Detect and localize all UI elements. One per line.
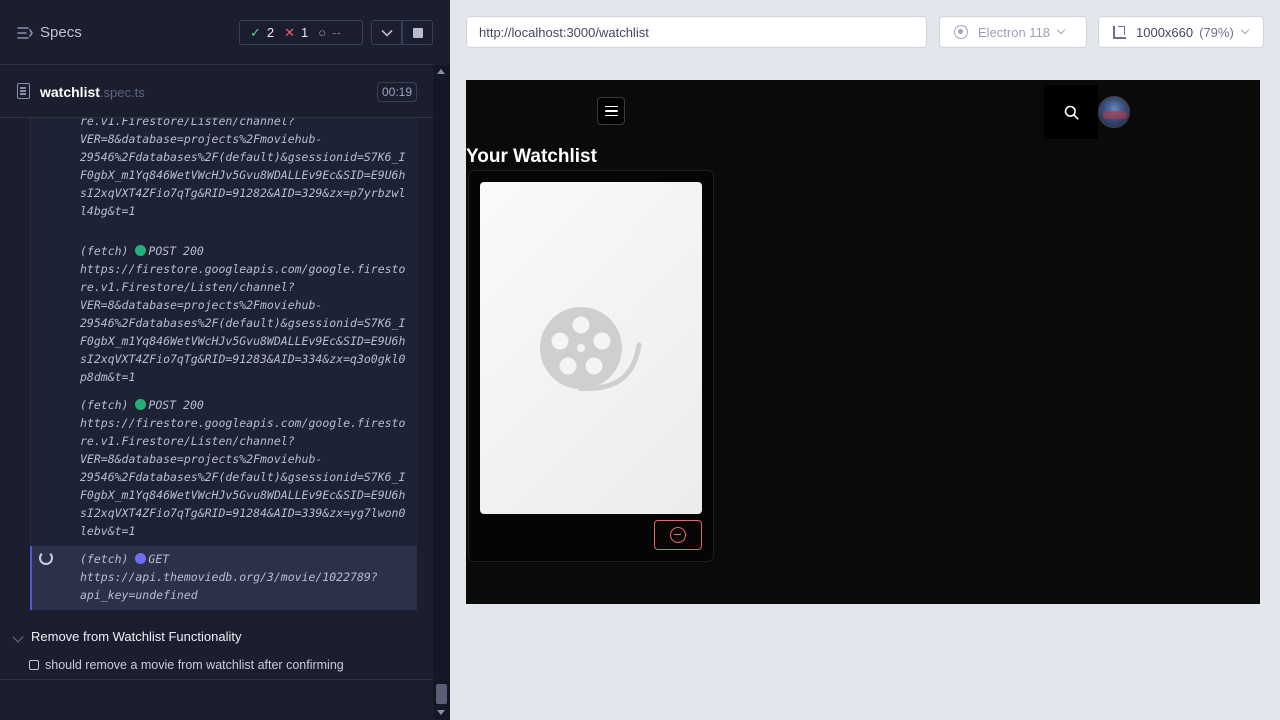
menu-icon-line (604, 114, 618, 117)
test-row[interactable]: should remove a movie from watchlist aft… (0, 655, 433, 677)
watchlist-movie-card[interactable] (468, 170, 714, 562)
viewport-size-selector[interactable]: 1000x660 (79%) (1098, 16, 1264, 48)
page-title: Your Watchlist (466, 146, 597, 167)
remove-from-watchlist-button[interactable] (654, 520, 702, 550)
specs-list-icon[interactable] (17, 26, 33, 40)
test-status-icon (29, 660, 39, 670)
browser-selector[interactable]: Electron 118 (939, 16, 1087, 48)
check-icon: ✓ (250, 24, 261, 40)
stop-icon (412, 27, 423, 38)
search-icon (1064, 105, 1079, 120)
log-entry[interactable]: re.v1.Firestore/Listen/channel? VER=8&da… (80, 118, 420, 220)
test-title: should remove a movie from watchlist aft… (45, 658, 344, 672)
log-entry[interactable]: (fetch) POST 200 https://firestore.googl… (80, 242, 420, 386)
failed-count: ✕ 1 (284, 24, 309, 41)
stop-run-button[interactable] (402, 20, 433, 45)
app-under-test: Your Watchlist (466, 80, 1260, 604)
document-icon (17, 83, 30, 99)
film-reel-icon (540, 307, 642, 391)
specs-header: Specs ✓ 2 ✕ 1 ○ -- (0, 0, 433, 65)
status-dot-icon (135, 399, 147, 410)
specs-title[interactable]: Specs (40, 24, 82, 41)
movie-poster-placeholder[interactable] (480, 182, 702, 514)
scroll-up-icon[interactable] (437, 69, 445, 74)
browser-name: Electron 118 (978, 24, 1051, 40)
log-entry[interactable]: (fetch) POST 200 https://firestore.googl… (80, 396, 420, 540)
viewport-size: 1000x660 (1136, 24, 1194, 40)
search-button[interactable] (1044, 85, 1098, 139)
suite-title: Remove from Watchlist Functionality (31, 629, 242, 644)
command-log: re.v1.Firestore/Listen/channel? VER=8&da… (0, 118, 433, 618)
pending-count: ○ -- (318, 25, 341, 40)
chevron-down-icon (1240, 25, 1250, 35)
zoom-level: (79%) (1199, 24, 1234, 40)
spec-file-name: watchlist.spec.ts (40, 84, 145, 100)
status-dot-icon (135, 553, 147, 564)
test-stats: ✓ 2 ✕ 1 ○ -- (239, 20, 363, 45)
spec-file-row[interactable]: watchlist.spec.ts 00:19 (0, 66, 433, 118)
minus-circle-icon (670, 527, 686, 543)
loading-spinner-icon (39, 551, 53, 565)
hamburger-menu-button[interactable] (597, 97, 625, 125)
reporter-scrollbar[interactable] (433, 65, 450, 720)
ruler-icon (1113, 25, 1126, 39)
chevron-down-icon (380, 29, 393, 37)
electron-icon (954, 25, 968, 39)
chevron-down-icon (12, 631, 24, 643)
run-duration: 00:19 (377, 82, 418, 102)
aut-url-bar[interactable]: http://localhost:3000/watchlist (466, 16, 927, 48)
divider (0, 679, 433, 680)
pending-spinner-icon: ○ (318, 25, 327, 40)
passed-count: ✓ 2 (250, 24, 275, 41)
status-dot-icon (135, 245, 147, 256)
cross-icon: ✕ (284, 24, 296, 40)
user-avatar[interactable] (1098, 96, 1130, 128)
scroll-down-icon[interactable] (437, 710, 445, 715)
expand-toggle-button[interactable] (371, 20, 402, 45)
log-entry-pending[interactable]: (fetch) GET https://api.themoviedb.org/3… (80, 550, 420, 604)
suite-row[interactable]: Remove from Watchlist Functionality (0, 625, 433, 649)
chevron-down-icon (1056, 25, 1066, 35)
cypress-reporter-panel: Specs ✓ 2 ✕ 1 ○ -- watchlist.spec.ts 00:… (0, 0, 450, 720)
menu-icon-line (604, 110, 618, 112)
scrollbar-thumb[interactable] (436, 684, 447, 704)
menu-icon-line (604, 105, 618, 108)
